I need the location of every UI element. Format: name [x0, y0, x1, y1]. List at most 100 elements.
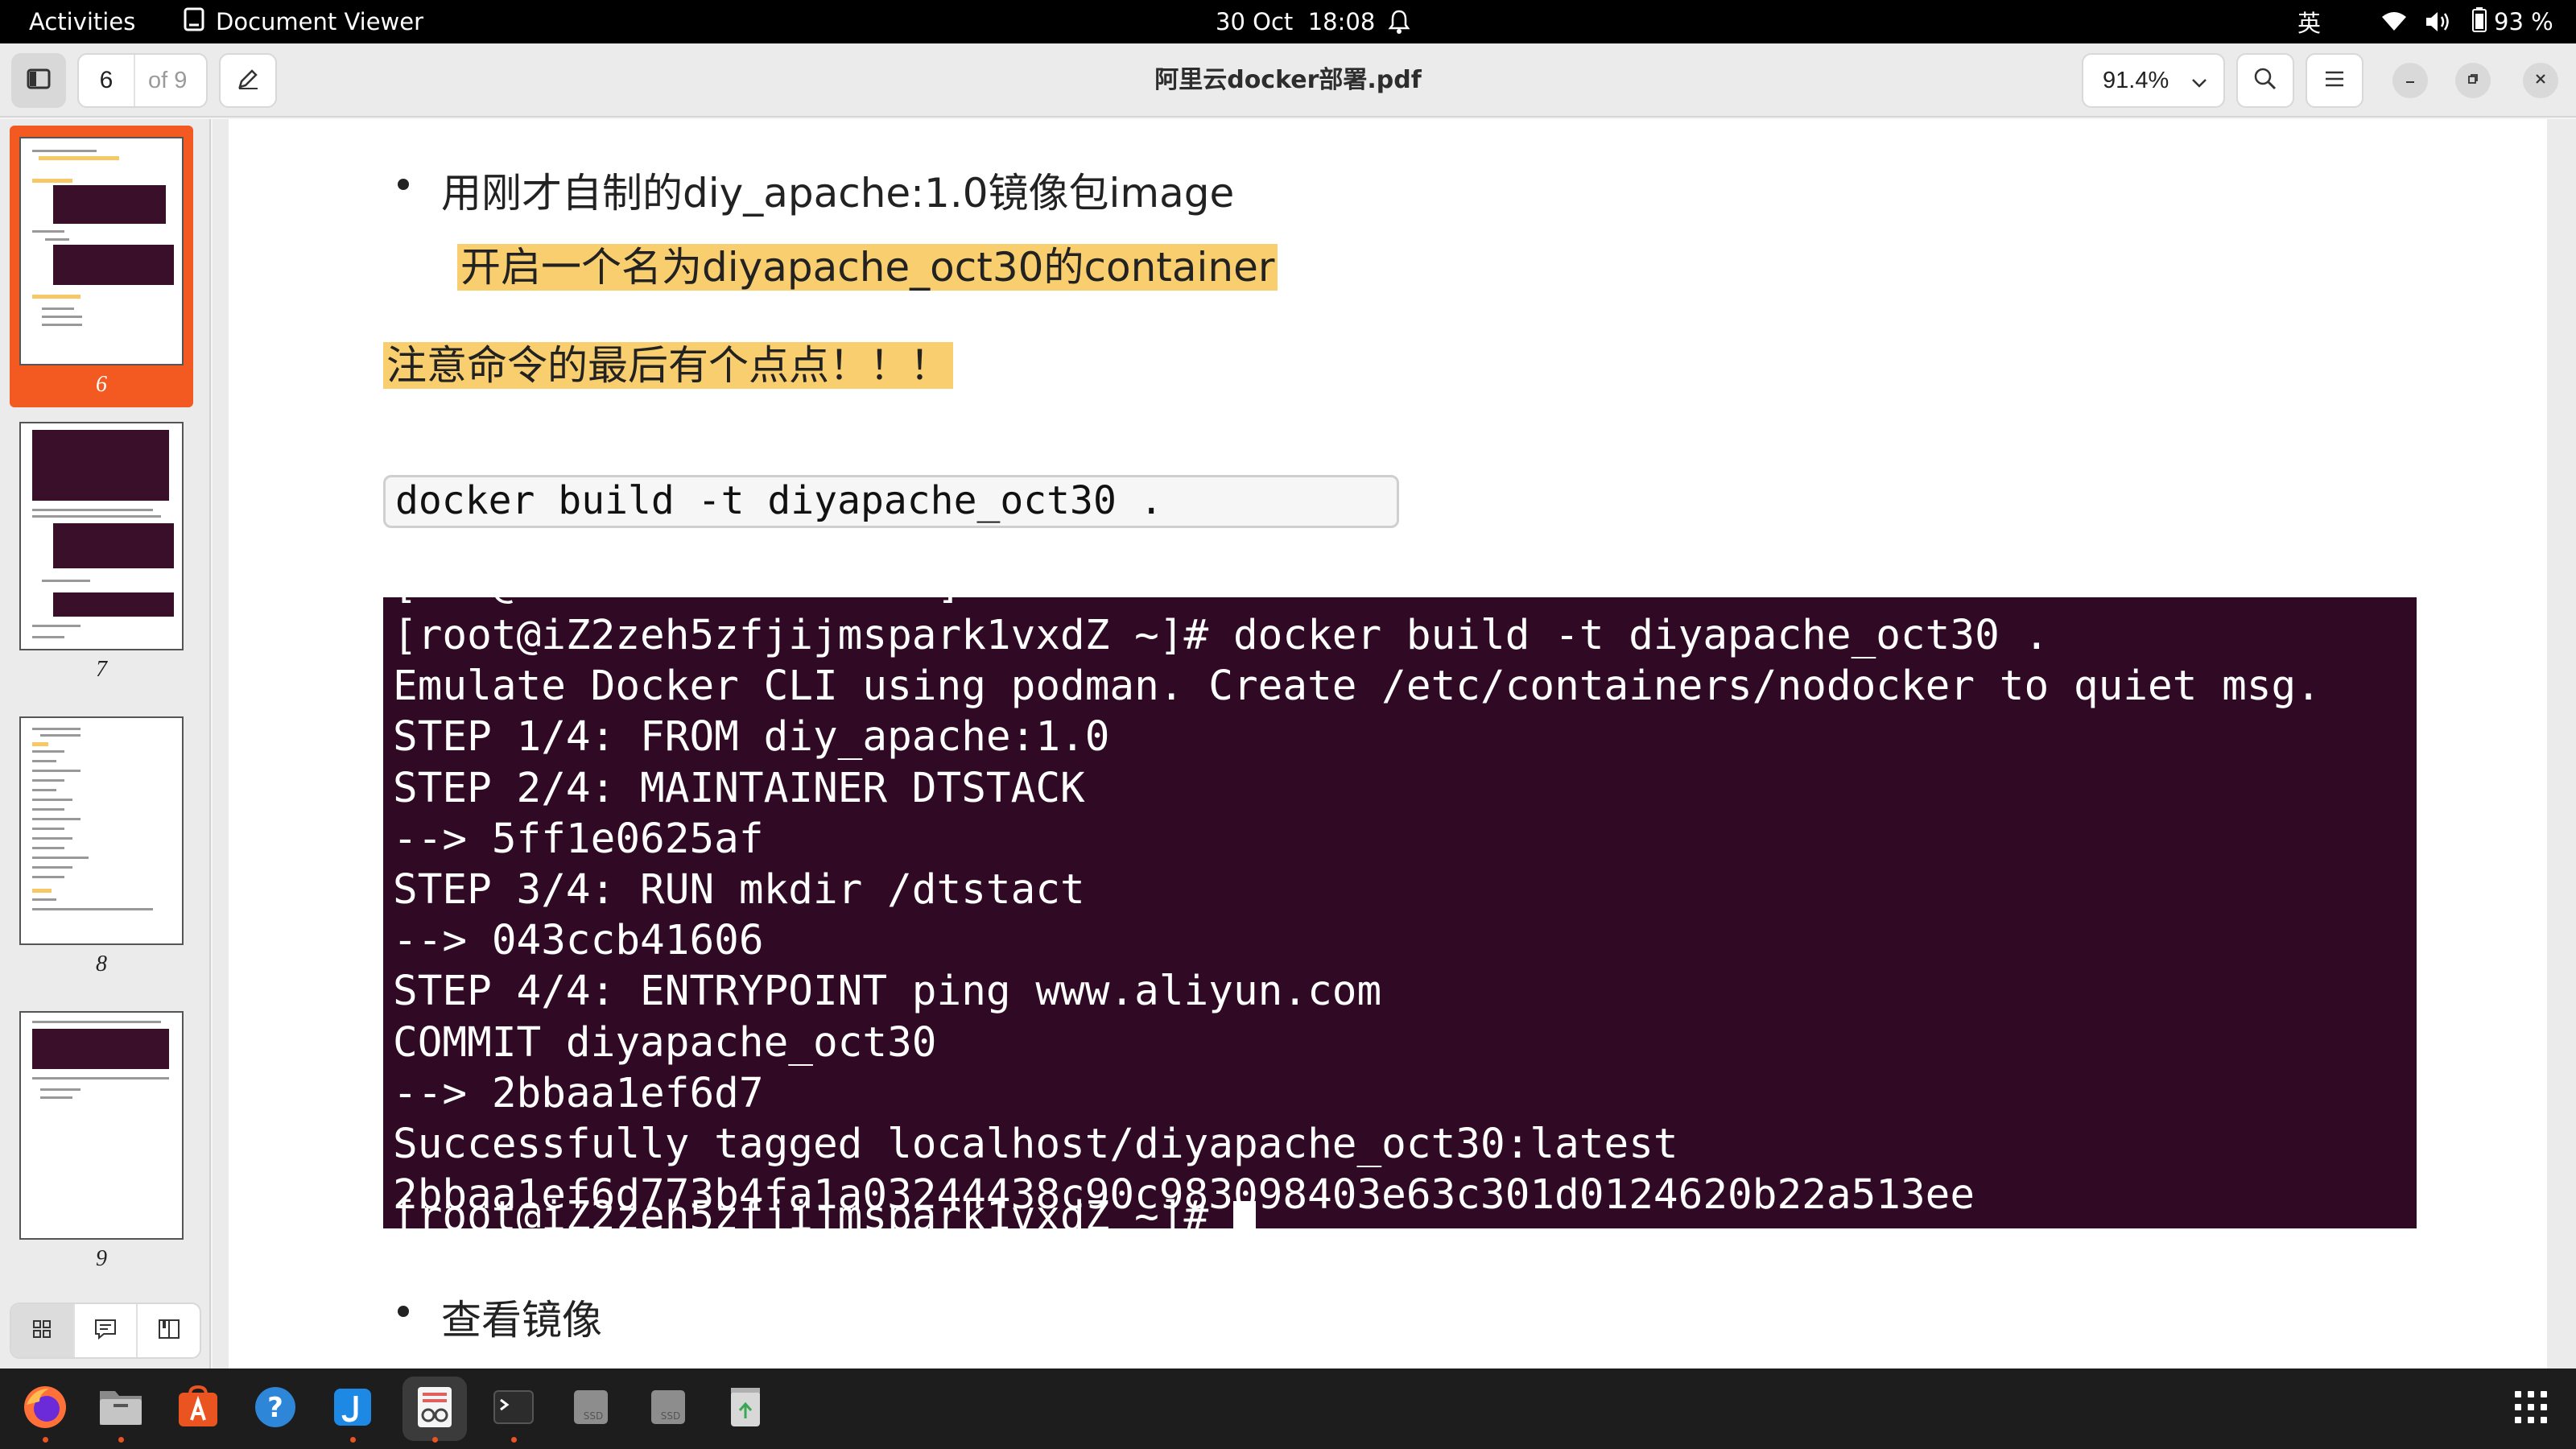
dock-help[interactable]: ? [243, 1377, 308, 1441]
running-indicator [432, 1437, 438, 1443]
app-menu[interactable]: Document Viewer [184, 0, 423, 43]
warning-note: 注意命令的最后有个点点！！！ [383, 330, 953, 401]
annotate-button[interactable] [219, 53, 277, 108]
thumbnail-page-8[interactable]: 8 [10, 716, 193, 998]
dock-firefox[interactable] [13, 1377, 77, 1443]
clock-date: 30 Oct [1216, 8, 1294, 35]
software-icon [175, 1385, 221, 1433]
bullet-item-run-image: 用刚才自制的diy_apache:1.0镜像包image [398, 158, 1234, 229]
dock-software[interactable] [166, 1377, 230, 1441]
dock-drive-2[interactable]: SSD [636, 1377, 700, 1441]
grid-icon [31, 1319, 52, 1343]
terminal-line: STEP 4/4: ENTRYPOINT ping www.aliyun.com [393, 968, 1382, 1016]
clock[interactable]: 30 Oct 18:08 [1216, 0, 1375, 43]
files-icon [97, 1386, 144, 1431]
terminal-line: COMMIT diyapache_oct30 [393, 1018, 937, 1067]
header-bar: of 9 阿里云docker部署.pdf 91.4% [0, 43, 2576, 118]
battery-percentage: 93 % [2494, 8, 2553, 35]
pencil-icon [237, 68, 259, 93]
hamburger-menu-icon [2324, 70, 2345, 91]
taskbar-dock: ? SSD SSD [0, 1368, 2576, 1449]
thumbnail-page-6[interactable]: 6 [10, 126, 193, 407]
svg-text:SSD: SSD [584, 1410, 603, 1422]
main-menu-button[interactable] [2306, 53, 2363, 108]
jdownloader-icon [332, 1386, 374, 1431]
pdf-page: 用刚才自制的diy_apache:1.0镜像包image 开启一个名为diyap… [229, 119, 2547, 1368]
document-view[interactable]: 用刚才自制的diy_apache:1.0镜像包image 开启一个名为diyap… [213, 119, 2576, 1368]
battery-indicator[interactable]: 93 % [2471, 0, 2553, 43]
running-indicator [118, 1437, 124, 1443]
volume-icon[interactable] [2425, 0, 2452, 43]
dock-drive-1[interactable]: SSD [559, 1377, 623, 1441]
restore-button[interactable] [2455, 63, 2491, 98]
bullet-dot [398, 179, 409, 190]
sidebar-icon [27, 68, 51, 93]
thumbnail-page-9[interactable]: 9 [10, 1011, 193, 1293]
vertical-scrollbar[interactable] [2568, 122, 2573, 1362]
thumbnail-sidebar: 6 7 8 9 [0, 119, 211, 1368]
dock-trash[interactable] [713, 1377, 778, 1441]
page-selector: of 9 [77, 53, 208, 108]
book-icon [157, 1318, 181, 1344]
thumbnail-image [19, 422, 184, 650]
ssd-drive-icon: SSD [648, 1387, 688, 1430]
dock-files[interactable] [89, 1377, 153, 1443]
terminal-line: STEP 2/4: MAINTAINER DTSTACK [393, 764, 1085, 812]
document-viewer-icon [415, 1385, 455, 1433]
bullet-dot [398, 1306, 409, 1317]
show-apps-grid-icon[interactable] [2515, 1391, 2547, 1423]
notification-bell-icon[interactable] [1388, 0, 1410, 43]
running-indicator [43, 1437, 48, 1443]
dock-terminal[interactable] [481, 1377, 546, 1443]
top-bar: Activities Document Viewer 30 Oct 18:08 … [0, 0, 2576, 43]
document-viewer-small-icon [184, 7, 204, 37]
thumbnail-label: 7 [96, 657, 107, 682]
trash-icon [728, 1386, 763, 1431]
terminal-line: --> 5ff1e0625af [393, 815, 764, 863]
terminal-icon [493, 1389, 535, 1428]
annotations-view-button[interactable] [75, 1304, 138, 1357]
thumbnail-label: 8 [96, 952, 107, 976]
bullet-text: 用刚才自制的diy_apache:1.0镜像包image [441, 170, 1235, 217]
comment-icon [93, 1318, 118, 1344]
page-total-label: of 9 [148, 67, 188, 93]
ssd-drive-icon: SSD [571, 1387, 611, 1430]
thumbnail-page-7[interactable]: 7 [10, 422, 193, 704]
restore-icon [2467, 72, 2479, 89]
dock-document-viewer[interactable] [402, 1377, 467, 1443]
terminal-partial-line-bottom: [root@iZ2zeh5zfjijmspark1vxdZ ~]# [393, 1191, 1256, 1228]
minimize-button[interactable] [2392, 63, 2428, 98]
activities-label: Activities [29, 8, 136, 35]
help-icon: ? [253, 1385, 298, 1433]
bullet-text: 查看镜像 [441, 1297, 602, 1344]
terminal-line: Emulate Docker CLI using podman. Create … [393, 663, 2321, 711]
sidebar-toggle-button[interactable] [11, 53, 66, 108]
terminal-line: [root@iZ2zeh5zfjijmspark1vxdZ ~]# docker… [393, 612, 2050, 659]
terminal-line: STEP 3/4: RUN mkdir /dtstact [393, 866, 1085, 914]
terminal-screenshot: [ @ ] [root@iZ2zeh5zfjijmspark1vxdZ ~]# … [383, 597, 2417, 1228]
bookmarks-view-button[interactable] [138, 1304, 200, 1357]
search-button[interactable] [2236, 53, 2294, 108]
input-method-label: 英 [2297, 10, 2322, 37]
terminal-line: Successfully tagged localhost/diyapache_… [393, 1121, 1678, 1169]
terminal-cursor [1232, 1201, 1256, 1228]
document-title: 阿里云docker部署.pdf [1154, 66, 1422, 94]
thumbnail-label: 6 [96, 372, 107, 397]
thumbnails-view-button[interactable] [11, 1304, 75, 1357]
input-method-indicator[interactable]: 英 [2297, 0, 2321, 43]
firefox-icon [22, 1384, 68, 1434]
dock-jdownloader[interactable] [320, 1377, 385, 1443]
thumbnail-image [19, 716, 184, 945]
terminal-line: --> 043ccb41606 [393, 917, 764, 965]
zoom-dropdown[interactable]: 91.4% [2082, 53, 2225, 108]
svg-text:SSD: SSD [661, 1410, 680, 1422]
chevron-down-icon [2191, 68, 2207, 94]
bullet-item-view-image: 查看镜像 [398, 1285, 602, 1356]
thumbnail-image [19, 1011, 184, 1240]
activities-button[interactable]: Activities [29, 0, 135, 43]
wifi-icon[interactable] [2381, 0, 2407, 43]
terminal-line: --> 2bbaa1ef6d7 [393, 1069, 764, 1117]
close-button[interactable] [2523, 63, 2558, 98]
app-name-label: Document Viewer [216, 8, 424, 35]
page-number-input[interactable] [79, 55, 135, 106]
